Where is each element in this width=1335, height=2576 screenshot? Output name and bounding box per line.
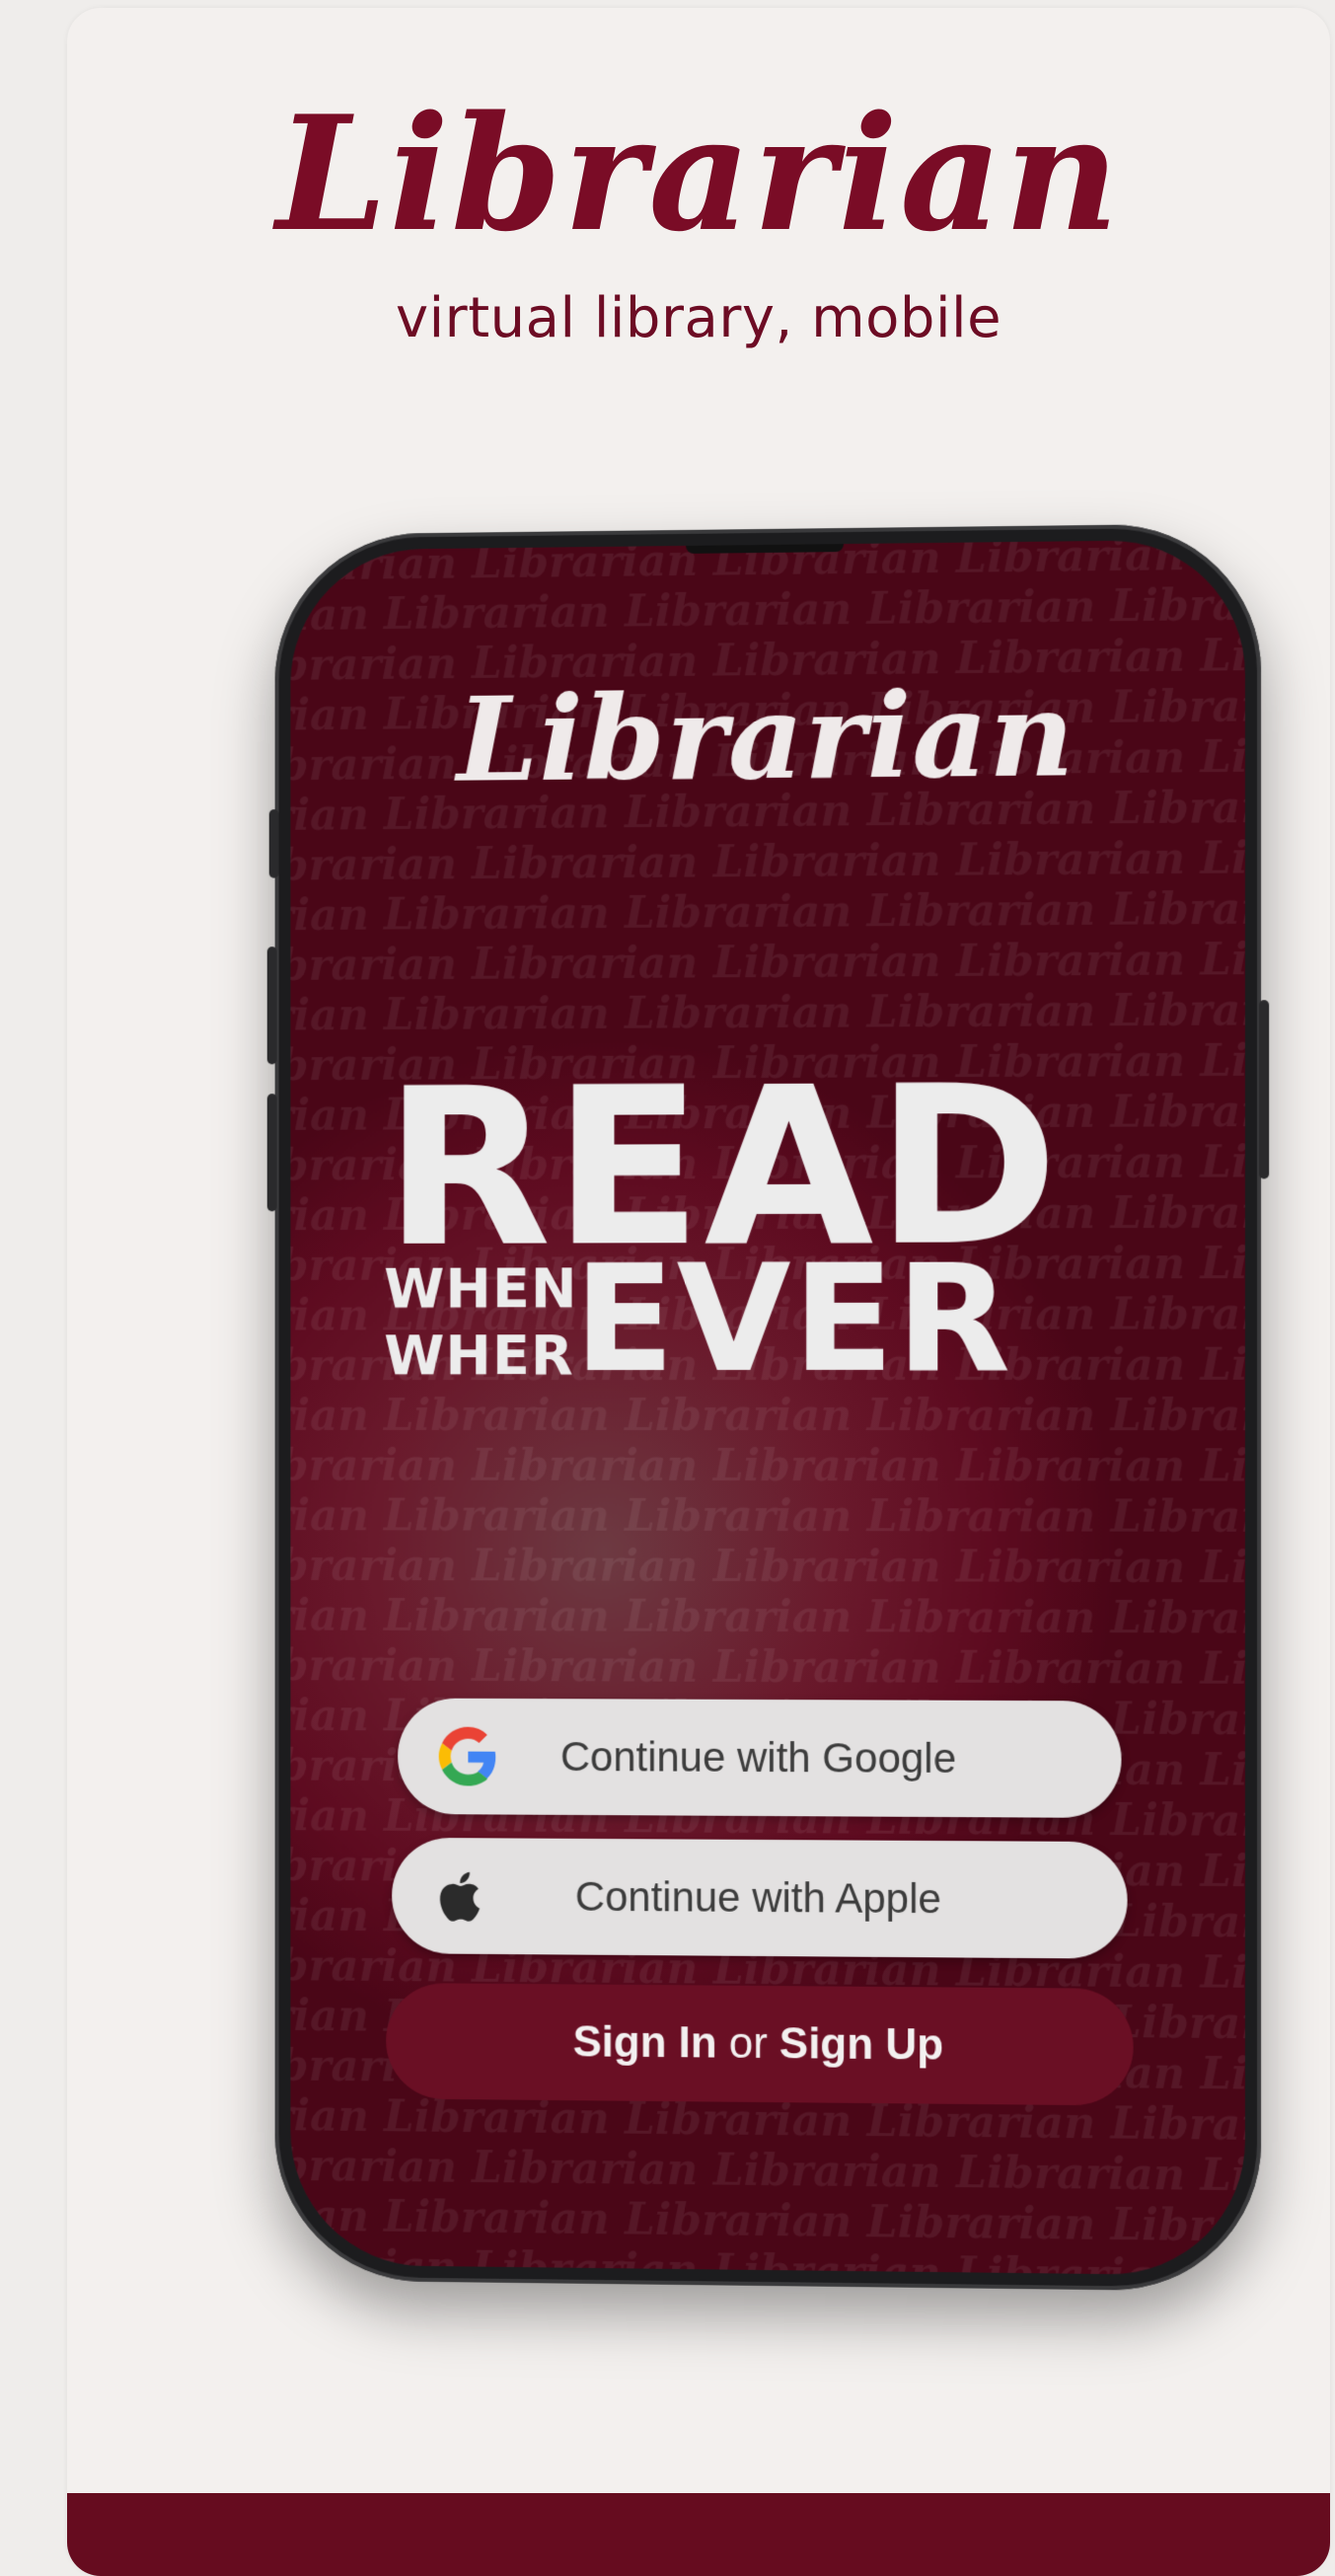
phone-side-button [268, 809, 279, 878]
continue-with-apple-button[interactable]: Continue with Apple [392, 1837, 1128, 1959]
background-pattern-row: Librarian Librarian Librarian Librarian … [290, 828, 1245, 891]
promo-card: Librarian virtual library, mobile Librar… [67, 8, 1330, 2576]
sign-in-link[interactable]: Sign In [573, 2017, 717, 2068]
phone-volume-down [266, 1094, 277, 1212]
background-pattern-row: Librarian Librarian Librarian Librarian … [290, 982, 1245, 1042]
background-pattern-row: Librarian Librarian Librarian Librarian … [290, 1440, 1245, 1493]
footer-bar [67, 2493, 1330, 2576]
background-pattern-row: Librarian Librarian Librarian Librarian … [290, 1490, 1245, 1544]
background-pattern-row: Librarian Librarian Librarian Librarian … [290, 1541, 1245, 1595]
background-pattern-row: Librarian Librarian Librarian Librarian … [290, 1590, 1245, 1645]
app-title: Librarian [456, 664, 1075, 808]
hero-when: WHEN [384, 1256, 578, 1322]
phone-power-button [1259, 1000, 1270, 1179]
apple-button-label: Continue with Apple [574, 1872, 941, 1923]
sign-in-or-sign-up-button[interactable]: Sign In or Sign Up [386, 1982, 1134, 2106]
google-logo-icon [438, 1726, 496, 1786]
background-pattern-row: Librarian Librarian Librarian Librarian … [290, 1640, 1245, 1697]
apple-logo-icon [439, 1871, 481, 1922]
hero-wher: WHER [384, 1324, 574, 1389]
continue-with-google-button[interactable]: Continue with Google [398, 1698, 1122, 1819]
background-pattern-row: Librarian Librarian Librarian Librarian … [290, 879, 1245, 943]
phone-volume-up [266, 947, 277, 1065]
hero-ever: EVER [573, 1233, 1013, 1406]
phone-mockup: Librarian Librarian Librarian Librarian … [266, 522, 1270, 2293]
brand-subtitle: virtual library, mobile [395, 286, 1002, 350]
or-label: or [728, 2018, 768, 2069]
phone-screen: Librarian Librarian Librarian Librarian … [290, 539, 1245, 2276]
background-pattern-row: Librarian Librarian Librarian Librarian … [290, 930, 1245, 992]
sign-up-link[interactable]: Sign Up [779, 2019, 944, 2071]
google-button-label: Continue with Google [559, 1733, 957, 1781]
brand-title: Librarian [275, 81, 1122, 266]
